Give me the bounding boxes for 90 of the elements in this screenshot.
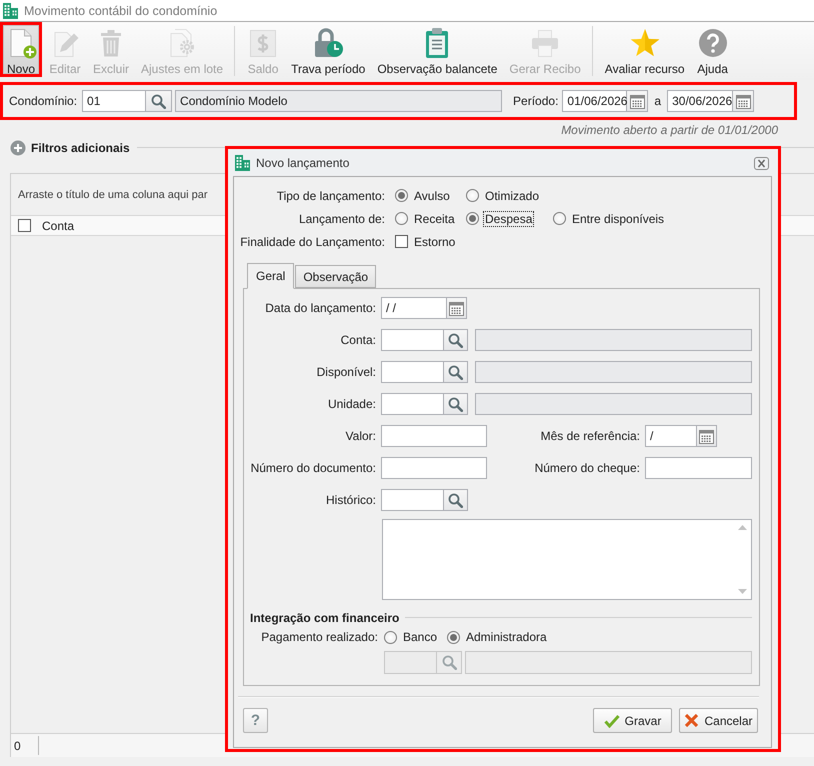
radio-label[interactable]: Banco: [401, 629, 440, 645]
radio-button[interactable]: [466, 212, 479, 225]
radio-button[interactable]: [384, 630, 397, 644]
calendar-icon[interactable]: [630, 94, 645, 108]
help-icon[interactable]: [696, 27, 729, 59]
search-icon[interactable]: [448, 332, 463, 348]
code-field[interactable]: [381, 329, 444, 351]
search-icon[interactable]: [448, 492, 463, 508]
field-label: Valor:: [346, 429, 376, 443]
date-field[interactable]: 01/06/2026: [562, 90, 628, 112]
field-label: Número do cheque:: [534, 461, 640, 475]
checkbox-label[interactable]: Estorno: [412, 234, 458, 250]
section-title: Integração com financeiro: [250, 610, 400, 624]
radio-label[interactable]: Despesa: [483, 210, 534, 226]
calendar-button[interactable]: [733, 90, 754, 112]
close-icon[interactable]: [754, 156, 769, 170]
radio-label[interactable]: Avulso: [412, 188, 452, 204]
field-label: Pagamento realizado:: [261, 630, 378, 644]
cross-icon: [684, 713, 700, 728]
toolbar-button[interactable]: Avaliar recurso: [600, 22, 690, 77]
field-label: Condomínio:: [9, 94, 78, 108]
date-field[interactable]: 30/06/2026: [667, 90, 734, 112]
building-icon: [3, 2, 18, 18]
search-button[interactable]: [444, 393, 468, 415]
search-button[interactable]: [444, 329, 468, 351]
cancel-button[interactable]: Cancelar: [679, 708, 758, 733]
radio-button[interactable]: [447, 630, 460, 644]
toolbar-button[interactable]: Observação balancete: [372, 22, 502, 77]
amount-field[interactable]: [381, 425, 487, 447]
toolbar-button[interactable]: Ajuda: [692, 22, 734, 77]
checkbox[interactable]: [18, 219, 31, 232]
lock-clock-icon[interactable]: [312, 27, 344, 59]
group-hint: Arraste o título de uma coluna aqui par: [18, 188, 208, 200]
status-note: Movimento aberto a partir de 01/01/2000: [561, 122, 778, 136]
document-number-field[interactable]: [381, 457, 487, 479]
field-label: Disponível:: [316, 365, 376, 379]
checkbox[interactable]: [395, 235, 408, 248]
field-label: Histórico:: [326, 493, 376, 507]
save-button[interactable]: Gravar: [593, 708, 672, 733]
radio-label[interactable]: Receita: [412, 210, 457, 226]
plus-circle-icon[interactable]: [10, 140, 26, 156]
field-label: Finalidade do Lançamento:: [240, 234, 385, 248]
radio-label[interactable]: Entre disponíveis: [570, 210, 666, 226]
column-header[interactable]: Conta: [42, 218, 74, 232]
name-field: Condomínio Modelo: [175, 90, 502, 112]
tab[interactable]: Observação: [295, 265, 376, 288]
radio-button[interactable]: [395, 212, 408, 225]
search-icon[interactable]: [151, 94, 166, 108]
field-label: Período:: [513, 94, 558, 108]
search-button[interactable]: [444, 361, 468, 383]
calendar-button[interactable]: [627, 90, 648, 112]
field-label: Data do lançamento:: [265, 301, 376, 315]
search-button[interactable]: [146, 90, 172, 112]
radio-button[interactable]: [553, 212, 566, 225]
calendar-button[interactable]: [697, 425, 717, 447]
calendar-icon[interactable]: [449, 300, 464, 316]
record-count: 0: [13, 738, 22, 752]
radio-button[interactable]: [466, 189, 479, 202]
date-field[interactable]: /: [645, 425, 697, 447]
field-label: Unidade:: [328, 397, 376, 411]
calendar-icon[interactable]: [699, 428, 714, 444]
code-field[interactable]: 01: [82, 90, 146, 112]
check-icon: [604, 714, 620, 728]
field-label: Lançamento de:: [298, 212, 385, 226]
toolbar-button[interactable]: Trava período: [286, 22, 370, 77]
field-label: Conta:: [340, 333, 376, 347]
radio-label[interactable]: Otimizado: [483, 188, 542, 204]
date-field[interactable]: / /: [381, 297, 447, 319]
radio-button[interactable]: [395, 189, 408, 202]
calendar-icon[interactable]: [736, 94, 751, 108]
code-field[interactable]: [381, 489, 444, 511]
code-field[interactable]: [381, 361, 444, 383]
code-field[interactable]: [381, 393, 444, 415]
window-title: Movimento contábil do condomínio: [24, 4, 218, 18]
field-label: Tipo de lançamento:: [276, 188, 385, 202]
dialog-title: Novo lançamento: [256, 156, 350, 170]
check-number-field[interactable]: [645, 457, 752, 479]
toolbar-button[interactable]: Novo: [0, 22, 42, 77]
field-label: Mês de referência:: [540, 429, 640, 443]
search-icon[interactable]: [448, 396, 463, 412]
search-icon[interactable]: [442, 655, 456, 670]
search-icon[interactable]: [448, 364, 463, 380]
radio-label[interactable]: Administradora: [464, 629, 549, 645]
tab[interactable]: Geral: [247, 263, 294, 289]
calendar-button[interactable]: [447, 297, 467, 319]
search-button[interactable]: [444, 489, 468, 511]
section-toggle[interactable]: Filtros adicionais: [31, 140, 130, 154]
field-label: Número do documento:: [250, 461, 376, 475]
building-icon: [235, 155, 250, 171]
field-label: a: [654, 94, 662, 108]
